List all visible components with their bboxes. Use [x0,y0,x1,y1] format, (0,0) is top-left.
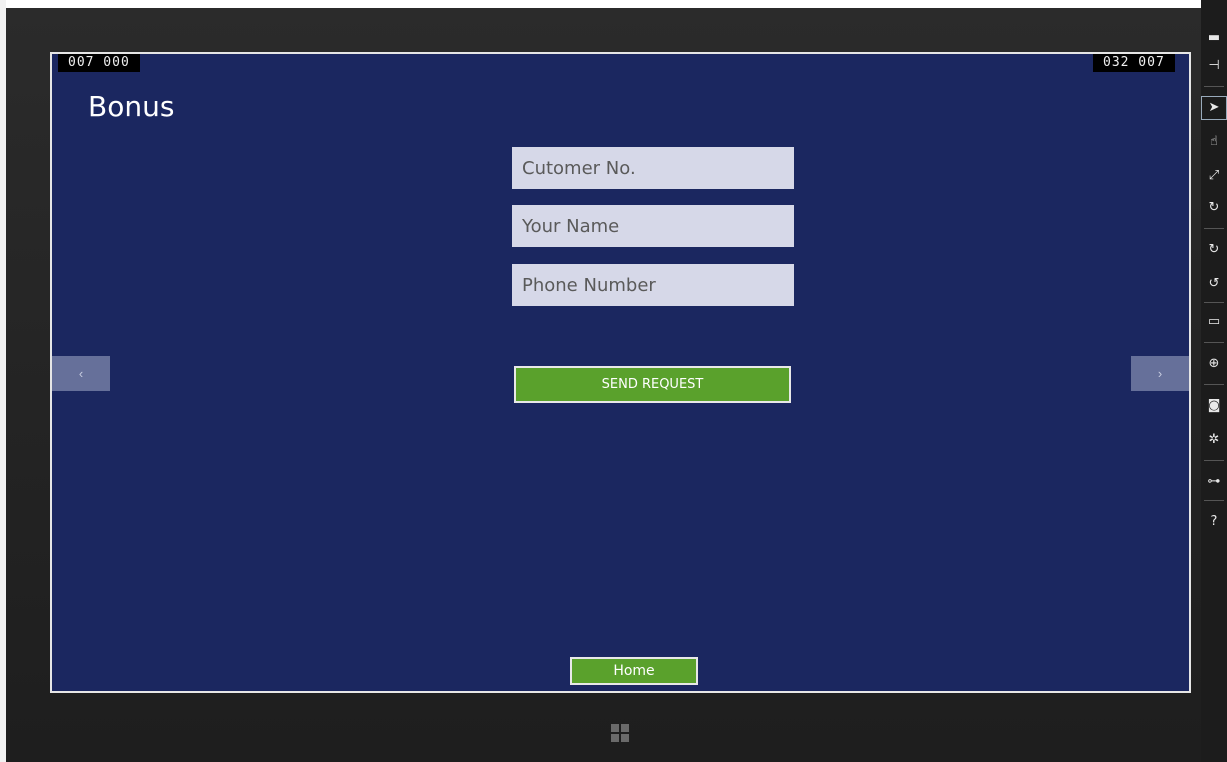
windows-logo-pane [611,724,619,732]
pinch-zoom-icon[interactable]: ⤢ [1201,164,1227,188]
windows-logo-pane [611,734,619,742]
network-settings-icon[interactable]: ✲ [1201,428,1227,452]
pin-icon[interactable]: ⊣ [1201,54,1227,78]
rotate-counterclockwise-icon[interactable]: ↺ [1201,272,1227,296]
windows-start-icon[interactable] [611,724,629,742]
screenshot-icon[interactable]: ◙ [1201,394,1227,418]
minimize-icon[interactable]: ▬ [1201,26,1227,50]
previous-page-button[interactable]: ‹ [52,356,110,391]
chevron-right-icon: › [1157,366,1163,381]
rotate-clockwise-icon[interactable]: ↻ [1201,238,1227,262]
rotation-touch-icon[interactable]: ↻ [1201,196,1227,220]
mouse-mode-icon[interactable]: ➤ [1201,96,1227,120]
windows-logo-pane [621,724,629,732]
resolution-label-right: 032 007 [1093,54,1175,72]
toolbar-divider [1204,384,1224,385]
send-request-button[interactable]: SEND REQUEST [514,366,791,403]
simulator-toolbar: ▬ ⊣ ➤ ☝ ⤢ ↻ ↻ ↺ ▭ ⊕ ◙ ✲ ⊶ ? [1201,0,1227,762]
toolbar-divider [1204,460,1224,461]
chevron-left-icon: ‹ [78,366,84,381]
toolbar-divider [1204,302,1224,303]
resolution-label-left: 007 000 [58,54,140,72]
page-title: Bonus [88,90,175,123]
your-name-input[interactable] [512,205,794,247]
network-properties-icon[interactable]: ⊶ [1201,470,1227,494]
phone-number-input[interactable] [512,264,794,306]
next-page-button[interactable]: › [1131,356,1189,391]
toolbar-divider [1204,228,1224,229]
help-icon[interactable]: ? [1201,510,1227,534]
toolbar-divider [1204,342,1224,343]
home-button[interactable]: Home [570,657,698,685]
toolbar-divider [1204,500,1224,501]
touch-mode-icon[interactable]: ☝ [1201,130,1227,154]
set-location-icon[interactable]: ⊕ [1201,352,1227,376]
customer-number-input[interactable] [512,147,794,189]
windows-logo-pane [621,734,629,742]
change-resolution-icon[interactable]: ▭ [1201,310,1227,334]
toolbar-divider [1204,86,1224,87]
